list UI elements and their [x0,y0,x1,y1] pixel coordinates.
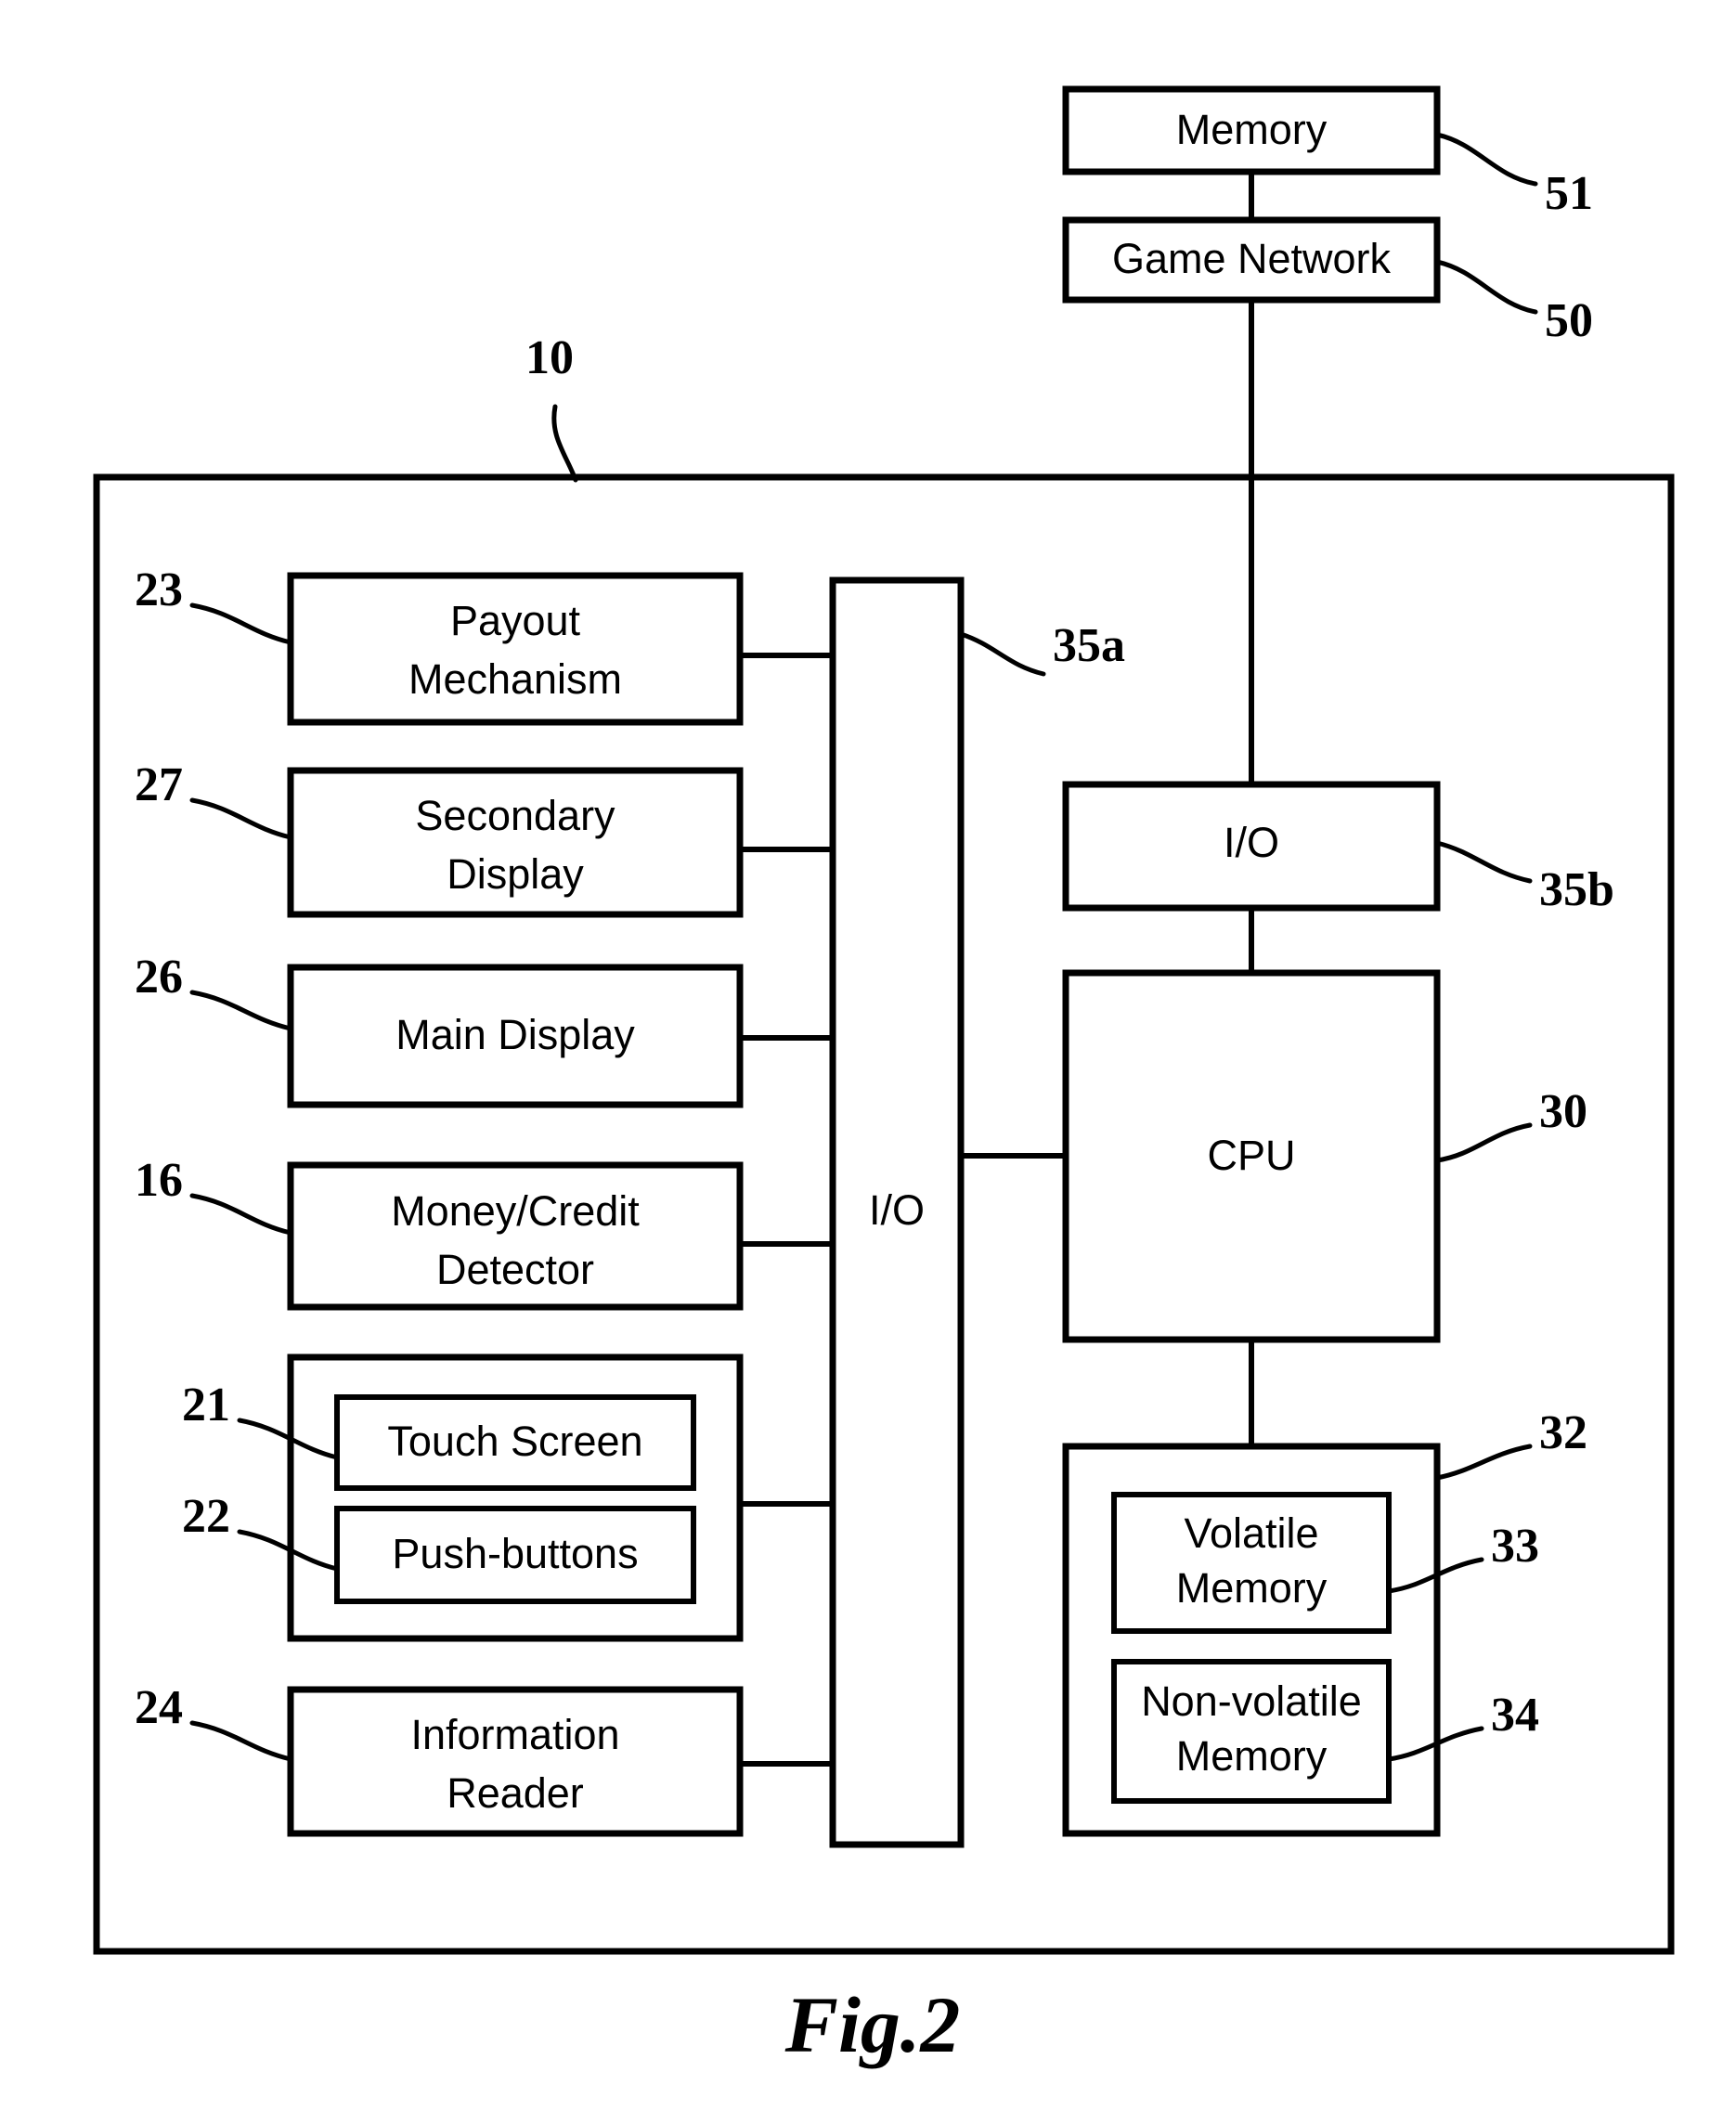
volatile-memory-box[interactable]: Volatile Memory [1111,1492,1392,1634]
leader-line-30 [1434,1122,1533,1163]
ref-numeral-23: 23 [135,563,183,616]
leader-line-35a [958,631,1046,677]
information-reader-label-line2: Reader [447,1769,584,1817]
ref-numeral-27: 27 [135,758,183,811]
memory-network-box-label: Memory [1176,106,1328,153]
secondary-display-box[interactable]: Secondary Display [287,767,744,918]
touch-screen-label: Touch Screen [387,1418,642,1465]
push-buttons-label: Push-buttons [392,1530,638,1577]
figure-canvas: Memory Game Network Payout Mechanism Sec… [0,0,1736,2111]
money-credit-detector-label-line2: Detector [436,1246,594,1293]
leader-line-10 [551,404,578,483]
leader-line-51 [1434,132,1538,187]
ref-numeral-16: 16 [135,1154,183,1207]
io-bus-b-label: I/O [1224,819,1279,866]
ref-numeral-30: 30 [1539,1085,1587,1138]
push-buttons-box[interactable]: Push-buttons [334,1506,696,1604]
ref-numeral-51: 51 [1545,167,1593,220]
money-credit-detector-label-line1: Money/Credit [391,1187,640,1235]
non-volatile-memory-label-line1: Non-volatile [1141,1677,1362,1725]
io-bus-b-box[interactable]: I/O [1062,781,1441,912]
payout-mechanism-label-line2: Mechanism [408,655,622,703]
block-diagram: Memory Game Network Payout Mechanism Sec… [93,85,1675,2069]
touch-screen-box[interactable]: Touch Screen [334,1394,696,1491]
ref-numeral-35b: 35b [1539,863,1614,916]
leader-line-26 [189,990,293,1031]
payout-mechanism-box[interactable]: Payout Mechanism [287,572,744,726]
information-reader-label-line1: Information [410,1711,619,1758]
leader-line-24 [189,1720,293,1762]
ref-numeral-34: 34 [1491,1689,1539,1742]
ref-numeral-22: 22 [182,1490,230,1543]
memory-network-box[interactable]: Memory [1062,85,1441,175]
cpu-label: CPU [1207,1132,1295,1179]
ref-numeral-24: 24 [135,1681,183,1734]
ref-numeral-21: 21 [182,1379,230,1431]
io-bus-a-label: I/O [869,1186,925,1234]
ref-numeral-50: 50 [1545,294,1593,347]
figure-caption: Fig.2 [784,1980,961,2069]
volatile-memory-label-line2: Memory [1176,1564,1328,1612]
main-display-box[interactable]: Main Display [287,964,744,1108]
memory-group-box: Volatile Memory Non-volatile Memory [1062,1443,1441,1837]
non-volatile-memory-label-line2: Memory [1176,1732,1328,1780]
leader-line-27 [189,797,293,840]
leader-line-32 [1434,1444,1533,1481]
secondary-display-label-line2: Display [447,850,584,898]
secondary-display-label-line1: Secondary [415,792,615,839]
leader-line-23 [189,602,293,645]
ref-numeral-35a: 35a [1053,619,1125,672]
main-display-label: Main Display [395,1011,635,1058]
ref-numeral-33: 33 [1491,1520,1539,1573]
leader-line-50 [1434,259,1538,315]
volatile-memory-label-line1: Volatile [1184,1509,1318,1557]
cpu-box[interactable]: CPU [1062,969,1441,1343]
leader-line-16 [189,1193,293,1236]
non-volatile-memory-box[interactable]: Non-volatile Memory [1111,1659,1392,1804]
leader-line-35b [1434,840,1533,884]
money-credit-detector-box[interactable]: Money/Credit Detector [287,1161,744,1311]
ref-numeral-32: 32 [1539,1406,1587,1459]
information-reader-box[interactable]: Information Reader [287,1686,744,1837]
ref-numeral-26: 26 [135,951,183,1004]
input-devices-group: Touch Screen Push-buttons [287,1353,744,1642]
game-network-box[interactable]: Game Network [1062,216,1441,304]
io-bus-a-box[interactable]: I/O [829,576,965,1848]
game-network-box-label: Game Network [1112,235,1392,282]
ref-numeral-10: 10 [525,331,574,384]
payout-mechanism-label-line1: Payout [450,597,581,644]
